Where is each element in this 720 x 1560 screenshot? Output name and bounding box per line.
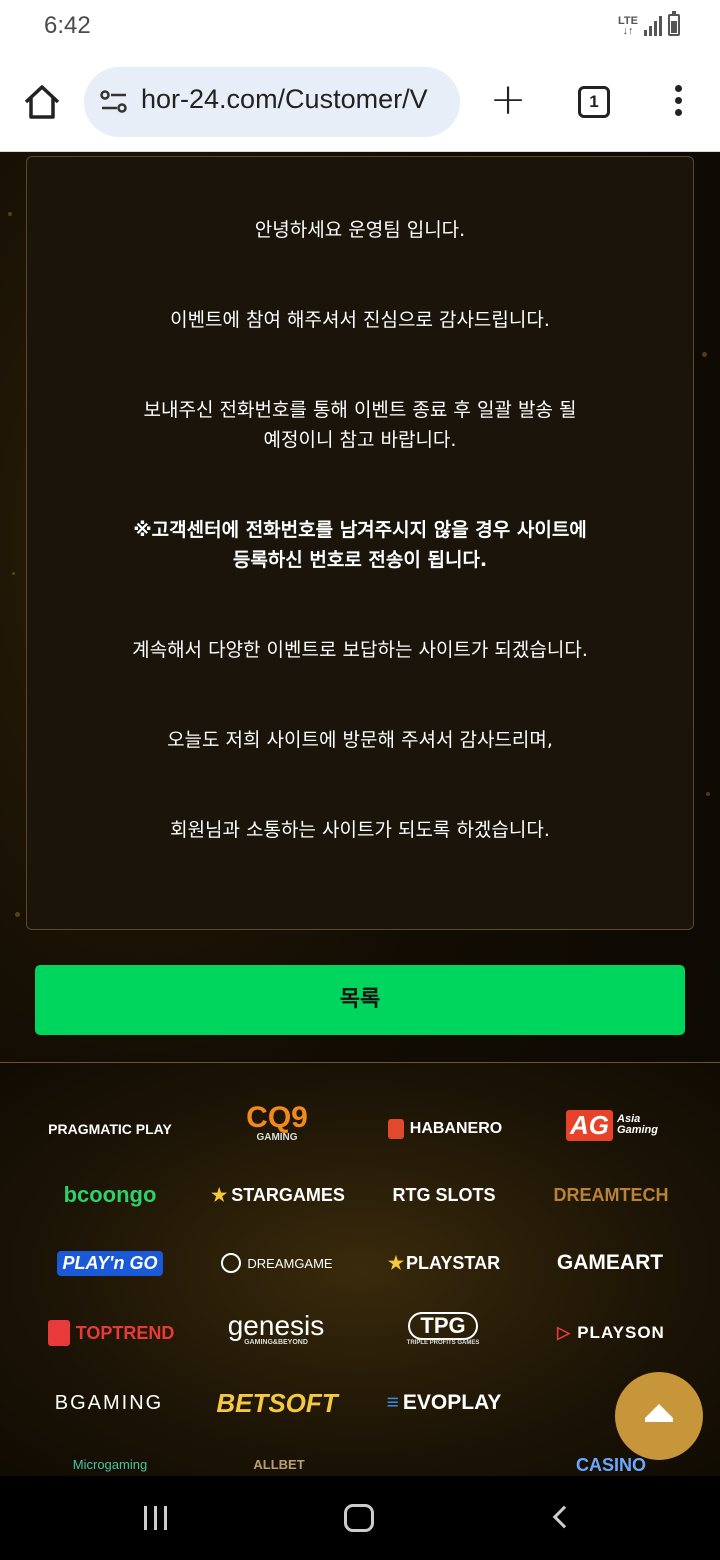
- provider-logo-ag[interactable]: AG Asia Gaming: [554, 1105, 670, 1145]
- provider-logo-dreamtech[interactable]: DREAMTECH: [536, 1175, 686, 1215]
- notice-line: 예정이니 참고 바랍니다.: [263, 429, 457, 451]
- status-time: 6:42: [44, 12, 91, 39]
- provider-logo-microgaming[interactable]: Microgaming: [52, 1457, 168, 1476]
- provider-logo-betsoft[interactable]: BETSOFT: [216, 1383, 337, 1423]
- browser-toolbar: hor-24.com/Customer/V + 1: [0, 52, 720, 152]
- address-bar[interactable]: hor-24.com/Customer/V: [84, 67, 460, 137]
- recent-apps-icon[interactable]: [144, 1506, 172, 1530]
- notice-line: 안녕하세요 운영팀 입니다.: [254, 219, 466, 241]
- notice-line: 계속해서 다양한 이벤트로 보답하는 사이트가 되겠습니다.: [132, 639, 588, 661]
- tab-switcher-button[interactable]: 1: [578, 86, 610, 118]
- provider-logo-playson[interactable]: ▷ PLAYSON: [542, 1313, 680, 1353]
- notice-line: 오늘도 저희 사이트에 방문해 주셔서 감사드리며,: [167, 729, 553, 751]
- provider-logo-bgaming[interactable]: BGAMING: [38, 1383, 180, 1423]
- notice-line: 보내주신 전화번호를 통해 이벤트 종료 후 일괄 발송 될: [143, 399, 577, 421]
- provider-logos: PRAGMATIC PLAY CQ9 GAMING HABANERO AG As…: [0, 1062, 720, 1476]
- provider-logo-booongo[interactable]: bcoongo: [44, 1175, 176, 1215]
- provider-logo-cq9[interactable]: CQ9 GAMING: [218, 1102, 336, 1143]
- url-text: hor-24.com/Customer/V: [141, 84, 428, 114]
- provider-logo-allbet[interactable]: ALLBET: [244, 1457, 314, 1476]
- provider-logo-rtg[interactable]: RTG SLOTS: [393, 1175, 496, 1215]
- notice-box: 안녕하세요 운영팀 입니다. 이벤트에 참여 해주셔서 진심으로 감사드립니다.…: [26, 156, 694, 930]
- provider-logo-gameart[interactable]: GAMEART: [538, 1243, 682, 1283]
- provider-logo-toptrend[interactable]: TOPTREND: [40, 1313, 182, 1353]
- signal-icon: [644, 16, 662, 36]
- lte-icon: LTE ↓↑: [618, 15, 638, 37]
- provider-logo-habanero[interactable]: HABANERO: [378, 1109, 512, 1149]
- provider-logo-playngo[interactable]: PLAY'n GO: [44, 1243, 176, 1283]
- system-nav-bar: [0, 1476, 720, 1560]
- battery-icon: [668, 11, 680, 36]
- provider-logo-evoplay[interactable]: ≡ EVOPLAY: [374, 1383, 514, 1423]
- provider-logo-pragmatic[interactable]: PRAGMATIC PLAY: [40, 1109, 180, 1149]
- list-button[interactable]: 목록: [35, 965, 685, 1035]
- notice-warning-line: 등록하신 번호로 전송이 됩니다.: [232, 549, 488, 571]
- provider-logo-tpg[interactable]: TPG TRIPLE PROFITS GAMES: [390, 1309, 496, 1349]
- notice-line: 회원님과 소통하는 사이트가 되도록 하겠습니다.: [170, 819, 550, 841]
- notice-line: 이벤트에 참여 해주셔서 진심으로 감사드립니다.: [170, 309, 550, 331]
- provider-logo-playstar[interactable]: ★ PLAYSTAR: [382, 1243, 506, 1283]
- notice-warning-line: ※고객센터에 전화번호를 남겨주시지 않을 경우 사이트에: [133, 519, 587, 541]
- site-settings-icon[interactable]: [100, 89, 128, 115]
- habanero-icon: [387, 1119, 404, 1139]
- scroll-to-top-button[interactable]: [615, 1372, 703, 1460]
- nav-home-icon[interactable]: [344, 1504, 374, 1532]
- new-tab-button[interactable]: +: [488, 78, 528, 124]
- nav-back-icon[interactable]: [552, 1505, 576, 1529]
- provider-logo-dreamgame[interactable]: DREAMGAME: [214, 1243, 340, 1283]
- provider-logo-stargames[interactable]: ★ STARGAMES: [206, 1175, 350, 1215]
- more-menu-icon[interactable]: [666, 82, 690, 122]
- home-icon[interactable]: [22, 82, 62, 122]
- toptrend-icon: [47, 1320, 70, 1346]
- dreamgame-icon: [221, 1253, 242, 1273]
- status-bar: 6:42 LTE ↓↑: [0, 0, 720, 52]
- status-icons: LTE ↓↑: [618, 11, 680, 37]
- provider-logo-genesis[interactable]: genesis GAMING&BEYOND: [216, 1309, 336, 1349]
- page-content: 안녕하세요 운영팀 입니다. 이벤트에 참여 해주셔서 진심으로 감사드립니다.…: [0, 152, 720, 1476]
